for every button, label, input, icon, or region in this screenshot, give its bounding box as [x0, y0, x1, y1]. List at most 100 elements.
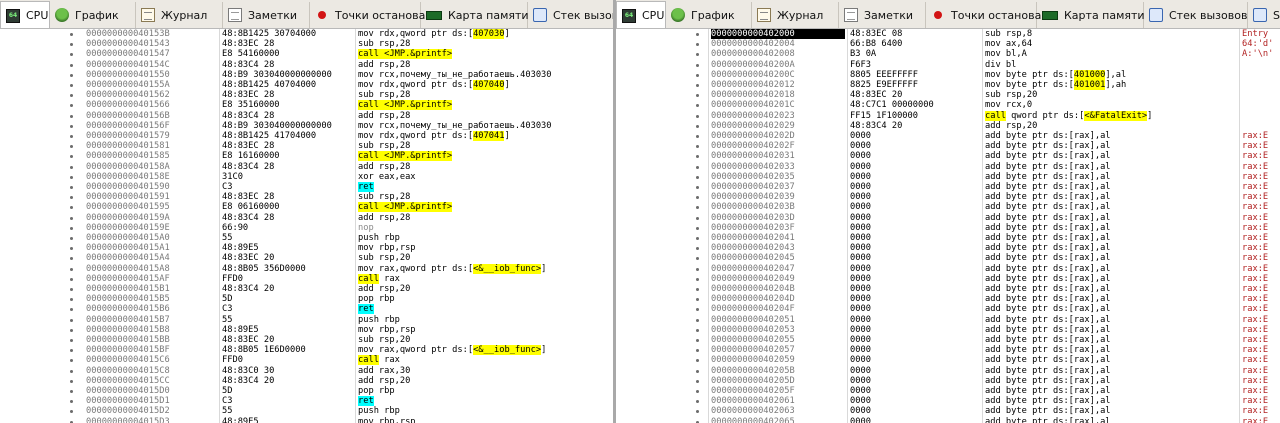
breakpoint-dot[interactable] [70, 308, 73, 312]
breakpoint-dot[interactable] [70, 196, 73, 200]
breakpoint-dot[interactable] [70, 84, 73, 87]
breakpoint-dot[interactable] [70, 369, 73, 373]
tab-call-stack[interactable]: Стек вызовов [1144, 2, 1248, 28]
tab-graph[interactable]: График [666, 2, 752, 28]
disasm-row[interactable]: 0000000000402049 0000 add byte ptr ds:[rax… [616, 274, 1280, 284]
breakpoint-dot[interactable] [70, 379, 73, 383]
disasm-row[interactable]: 00000000004015D2 55 push rbp [0, 406, 613, 416]
breakpoint-dot[interactable] [696, 155, 699, 159]
disasm-row[interactable]: 000000000040200C 8805 EEEFFFFF mov byte pt… [616, 69, 1280, 80]
breakpoint-dot[interactable] [696, 206, 699, 210]
disasm-row[interactable]: 00000000004015C8 48:83C0 30 add rax,30 [0, 366, 613, 376]
tab-journal[interactable]: Журнал [136, 2, 223, 28]
disasm-row[interactable]: 0000000000402004 66:B8 6400 mov ax,64 64:'d… [616, 39, 1280, 49]
breakpoint-dot[interactable] [70, 237, 73, 240]
disasm-row[interactable]: 000000000040203F 0000 add byte ptr ds:[rax… [616, 223, 1280, 233]
breakpoint-dot[interactable] [696, 175, 699, 179]
disasm-row[interactable]: 00000000004015A0 55 push rbp [0, 233, 613, 243]
disasm-row[interactable]: 000000000040156F 48:B9 303040000000000 mov… [0, 121, 613, 131]
breakpoint-dot[interactable] [70, 277, 73, 281]
disasm-row[interactable]: 00000000004015C6 FFD0 call rax [0, 355, 613, 366]
disasm-row[interactable]: 000000000040202F 0000 add byte ptr ds:[rax… [616, 141, 1280, 151]
tab-notes[interactable]: Заметки [223, 2, 310, 28]
breakpoint-dot[interactable] [696, 400, 699, 404]
breakpoint-dot[interactable] [696, 410, 699, 414]
disasm-row[interactable]: 0000000000402037 0000 add byte ptr ds:[rax… [616, 182, 1280, 192]
disasm-row[interactable]: 0000000000401550 48:B9 303040000000000 mov… [0, 70, 613, 80]
disasm-row[interactable]: RIP RAX RDX RS000000000040200048:83EC 08… [616, 29, 1280, 40]
tab-memory-map[interactable]: Карта памяти [421, 2, 529, 28]
disasm-row[interactable]: 0000000000401562 48:83EC 28 sub rsp,28 [0, 90, 613, 100]
breakpoint-dot[interactable] [70, 53, 73, 57]
disasm-row[interactable]: 0000000000401581 48:83EC 28 sub rsp,28 [0, 141, 613, 151]
disasm-row[interactable]: 000000000040205B 0000 add byte ptr ds:[rax… [616, 366, 1280, 376]
breakpoint-dot[interactable] [70, 73, 73, 77]
breakpoint-dot[interactable] [70, 145, 73, 149]
breakpoint-dot[interactable] [696, 359, 699, 363]
disasm-row[interactable]: 0000000000402063 0000 add byte ptr ds:[rax… [616, 406, 1280, 416]
disasm-row[interactable]: 000000000040201C 48:C7C1 00000000 mov rcx,… [616, 100, 1280, 110]
disasm-row[interactable]: 000000000040204F 0000 add byte ptr ds:[rax… [616, 304, 1280, 314]
breakpoint-dot[interactable] [70, 63, 73, 67]
disasm-row[interactable]: 00000000004015CC 48:83C4 20 add rsp,20 [0, 376, 613, 386]
breakpoint-dot[interactable] [696, 318, 699, 322]
disasm-row[interactable]: 00000000004015BF 48:8B05 1E6D0000 mov rax,… [0, 345, 613, 356]
breakpoint-dot[interactable] [696, 226, 699, 230]
tab-call-stack[interactable]: Стек вызовов [528, 2, 613, 28]
disasm-row[interactable]: 00000000004015A1 48:89E5 mov rbp,rsp [0, 243, 613, 253]
breakpoint-dot[interactable] [70, 288, 73, 291]
disasm-row[interactable]: 00000000004015B7 55 push rbp [0, 315, 613, 325]
disasm-row[interactable]: 000000000040205F 0000 add byte ptr ds:[rax… [616, 386, 1280, 396]
disasm-row[interactable]: 0000000000402053 0000 add byte ptr ds:[rax… [616, 325, 1280, 335]
breakpoint-dot[interactable] [696, 349, 699, 353]
breakpoint-dot[interactable] [696, 124, 699, 128]
breakpoint-dot[interactable] [696, 84, 699, 87]
disasm-row[interactable]: 0000000000401543 48:83EC 28 sub rsp,28 [0, 39, 613, 49]
breakpoint-dot[interactable] [70, 135, 73, 138]
disasm-row[interactable]: 0000000000401547 E8 54160000 call <JMP.&pr… [0, 49, 613, 60]
breakpoint-dot[interactable] [70, 43, 73, 47]
disasm-row[interactable]: 000000000040202D 0000 add byte ptr ds:[rax… [616, 131, 1280, 141]
breakpoint-dot[interactable] [70, 94, 73, 98]
disasm-row[interactable]: 0000000000402041 0000 add byte ptr ds:[rax… [616, 233, 1280, 243]
disasm-row[interactable]: 00000000004015A8 48:8B05 356D0000 mov rax,… [0, 263, 613, 274]
breakpoint-dot[interactable] [696, 145, 699, 149]
breakpoint-dot[interactable] [696, 216, 699, 220]
breakpoint-dot[interactable] [70, 124, 73, 128]
disasm-row[interactable]: 00000000004015D3 48:89E5 mov rbp,rsp [0, 417, 613, 423]
disasm-row[interactable]: 000000000040158A 48:83C4 28 add rsp,28 [0, 162, 613, 172]
disasm-row[interactable]: 0000000000401595 E8 06160000 call <JMP.&pr… [0, 202, 613, 213]
breakpoint-dot[interactable] [70, 33, 73, 36]
tab-notes[interactable]: Заметки [839, 2, 926, 28]
disasm-row[interactable]: 00000000004015B5 5D pop rbp [0, 294, 613, 304]
disasm-row[interactable]: 0000000000402018 48:83EC 20 sub rsp,20 [616, 90, 1280, 100]
disasm-row[interactable]: 0000000000402047 0000 add byte ptr ds:[rax… [616, 264, 1280, 274]
disasm-row[interactable]: 000000000040159A 48:83C4 28 add rsp,28 [0, 213, 613, 223]
breakpoint-dot[interactable] [696, 308, 699, 312]
breakpoint-dot[interactable] [696, 43, 699, 47]
breakpoint-dot[interactable] [696, 53, 699, 57]
disasm-row[interactable]: 0000000000402065 0000 add byte ptr ds:[rax… [616, 417, 1280, 423]
disasm-row[interactable]: 000000000040159E 66:90 nop [0, 223, 613, 233]
disasm-row[interactable]: 00000000004015D1 C3 ret [0, 396, 613, 407]
tab-breakpoint[interactable]: Точки останова [926, 2, 1041, 28]
breakpoint-dot[interactable] [70, 216, 73, 220]
disasm-row[interactable]: 000000000040158E 31C0 xor eax,eax [0, 172, 613, 182]
breakpoint-dot[interactable] [696, 257, 699, 261]
disasm-row[interactable]: 000000000040203D 0000 add byte ptr ds:[rax… [616, 213, 1280, 223]
disasm-row[interactable]: 00000000004015A4 48:83EC 20 sub rsp,20 [0, 253, 613, 263]
disasm-row[interactable]: 0000000000402055 0000 add byte ptr ds:[rax… [616, 335, 1280, 345]
breakpoint-dot[interactable] [70, 104, 73, 108]
disasm-row[interactable]: 000000000040200A F6F3 div bl [616, 60, 1280, 70]
disasm-row[interactable]: 0000000000401585 E8 16160000 call <JMP.&pr… [0, 151, 613, 162]
tab-journal[interactable]: Журнал [752, 2, 839, 28]
tab-breakpoint[interactable]: Точки останова [310, 2, 425, 28]
disasm-row[interactable]: 000000000040156B 48:83C4 28 add rsp,28 [0, 111, 613, 121]
breakpoint-dot[interactable] [696, 267, 699, 271]
breakpoint-dot[interactable] [696, 379, 699, 383]
breakpoint-dot[interactable] [696, 328, 699, 332]
breakpoint-dot[interactable] [70, 400, 73, 404]
disasm-row[interactable]: 0000000000402029 48:83C4 20 add rsp,20 [616, 121, 1280, 131]
breakpoint-dot[interactable] [696, 277, 699, 281]
breakpoint-dot[interactable] [696, 73, 699, 77]
